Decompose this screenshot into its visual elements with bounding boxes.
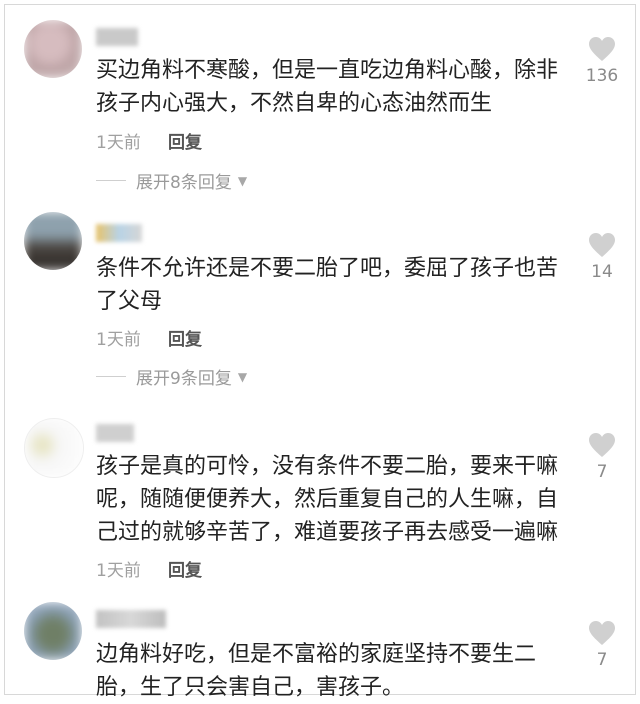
triangle-down-icon: ▼ xyxy=(237,173,248,188)
username-blurred[interactable] xyxy=(96,224,142,242)
heart-icon xyxy=(589,621,615,645)
like-button[interactable]: 7 xyxy=(580,620,624,670)
avatar[interactable] xyxy=(24,212,82,270)
reply-button[interactable]: 回复 xyxy=(168,556,202,581)
comment-text: 条件不允许还是不要二胎了吧，委屈了孩子也苦 了父母 xyxy=(96,256,559,314)
expand-replies-button[interactable]: 展开8条回复 ▼ xyxy=(96,168,247,193)
username-blurred[interactable] xyxy=(96,424,134,442)
username-blurred[interactable] xyxy=(96,28,138,46)
avatar[interactable] xyxy=(24,602,82,660)
expand-replies-button[interactable]: 展开9条回复 ▼ xyxy=(96,364,247,389)
comment-text: 孩子是真的可怜，没有条件不要二胎，要来干嘛 呢，随随便便养大，然后重复自己的人生… xyxy=(96,454,559,545)
like-count: 7 xyxy=(596,650,608,670)
divider-line xyxy=(96,180,126,181)
heart-icon xyxy=(589,433,615,457)
username-blurred[interactable] xyxy=(96,610,166,628)
avatar[interactable] xyxy=(24,418,84,478)
like-count: 136 xyxy=(585,66,619,86)
heart-icon xyxy=(589,233,615,257)
like-count: 14 xyxy=(591,262,613,282)
divider-line xyxy=(96,376,126,377)
heart-icon xyxy=(589,37,615,61)
like-button[interactable]: 7 xyxy=(580,432,624,482)
like-count: 7 xyxy=(596,462,608,482)
expand-replies-label: 展开8条回复 xyxy=(136,173,232,193)
comment-time: 1天前 xyxy=(96,330,141,350)
reply-button[interactable]: 回复 xyxy=(168,325,202,350)
like-button[interactable]: 136 xyxy=(580,36,624,86)
comment-time: 1天前 xyxy=(96,133,141,153)
comment-time: 1天前 xyxy=(96,561,141,581)
like-button[interactable]: 14 xyxy=(580,232,624,282)
reply-button[interactable]: 回复 xyxy=(168,128,202,153)
comment-text: 边角料好吃，但是不富裕的家庭坚持不要生二 胎，生了只会害自己，害孩子。 xyxy=(96,642,537,700)
expand-replies-label: 展开9条回复 xyxy=(136,369,232,389)
comment-text: 买边角料不寒酸，但是一直吃边角料心酸，除非 孩子内心强大，不然自卑的心态油然而生 xyxy=(96,58,559,116)
triangle-down-icon: ▼ xyxy=(237,369,248,384)
avatar[interactable] xyxy=(24,20,82,78)
